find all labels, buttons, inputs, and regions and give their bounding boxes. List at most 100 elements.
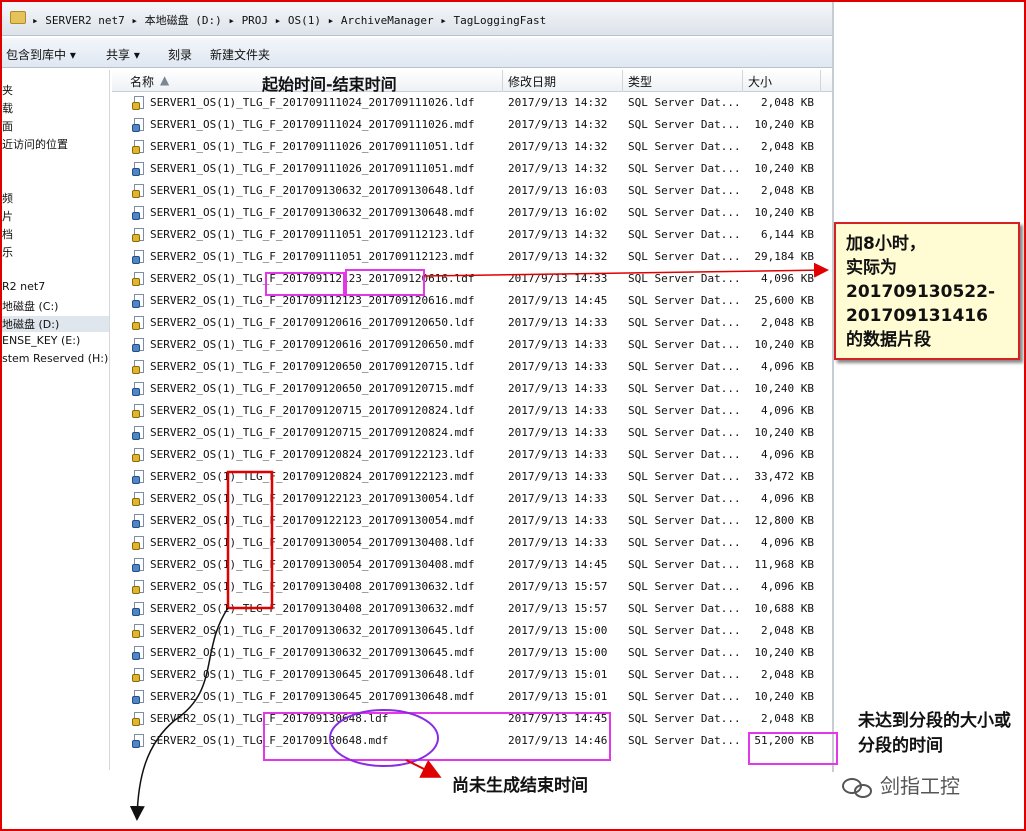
file-name[interactable]: SERVER2_OS(1)_TLG_F_201709130648.ldf [150,712,388,725]
file-name[interactable]: SERVER1_OS(1)_TLG_F_201709111024_2017091… [150,96,475,109]
column-type[interactable]: 类型 [628,73,652,89]
share-button[interactable]: 共享 ▾ [106,46,140,63]
file-name[interactable]: SERVER2_OS(1)_TLG_F_201709111051_2017091… [150,228,475,241]
file-name[interactable]: SERVER1_OS(1)_TLG_F_201709111026_2017091… [150,162,475,175]
file-row[interactable]: SERVER2_OS(1)_TLG_F_201709130408_2017091… [112,598,832,620]
nav-item[interactable]: 乐 [2,244,13,260]
file-row[interactable]: SERVER2_OS(1)_TLG_F_201709130648.mdf 2017… [112,730,832,752]
column-date[interactable]: 修改日期 [508,73,556,89]
file-name[interactable]: SERVER2_OS(1)_TLG_F_201709130054_2017091… [150,536,475,549]
address-path[interactable]: ▸ SERVER2 net7 ▸ 本地磁盘 (D:) ▸ PROJ ▸ OS(1… [32,12,546,28]
file-name[interactable]: SERVER2_OS(1)_TLG_F_201709130054_2017091… [150,558,475,571]
file-row[interactable]: SERVER2_OS(1)_TLG_F_201709120715_2017091… [112,422,832,444]
file-name[interactable]: SERVER1_OS(1)_TLG_F_201709130632_2017091… [150,206,475,219]
column-divider[interactable] [502,70,503,92]
file-name[interactable]: SERVER2_OS(1)_TLG_F_201709120824_2017091… [150,448,475,461]
nav-item-drive-h[interactable]: stem Reserved (H:) [2,352,108,365]
column-divider[interactable] [742,70,743,92]
file-date: 2017/9/13 14:32 [508,162,608,175]
file-name[interactable]: SERVER2_OS(1)_TLG_F_201709130645_2017091… [150,668,475,681]
file-row[interactable]: SERVER1_OS(1)_TLG_F_201709111026_2017091… [112,136,832,158]
file-name[interactable]: SERVER2_OS(1)_TLG_F_201709112123_2017091… [150,272,475,285]
nav-item-drive-e[interactable]: ENSE_KEY (E:) [2,334,80,347]
file-size: 4,096 KB [761,404,814,417]
nav-item[interactable]: 片 [2,208,13,224]
burn-button[interactable]: 刻录 [168,46,192,63]
file-name[interactable]: SERVER1_OS(1)_TLG_F_201709111024_2017091… [150,118,475,131]
file-name[interactable]: SERVER2_OS(1)_TLG_F_201709130408_2017091… [150,602,475,615]
file-name[interactable]: SERVER2_OS(1)_TLG_F_201709120824_2017091… [150,470,475,483]
file-row[interactable]: SERVER2_OS(1)_TLG_F_201709120824_2017091… [112,466,832,488]
nav-item[interactable]: 档 [2,226,13,242]
file-row[interactable]: SERVER2_OS(1)_TLG_F_201709120824_2017091… [112,444,832,466]
column-size[interactable]: 大小 [748,73,772,89]
column-divider[interactable] [820,70,821,92]
file-name[interactable]: SERVER1_OS(1)_TLG_F_201709130632_2017091… [150,184,475,197]
file-date: 2017/9/13 14:33 [508,272,608,285]
file-row[interactable]: SERVER2_OS(1)_TLG_F_201709111051_2017091… [112,224,832,246]
file-name[interactable]: SERVER2_OS(1)_TLG_F_201709120616_2017091… [150,338,475,351]
file-size: 29,184 KB [754,250,814,263]
file-size: 25,600 KB [754,294,814,307]
file-name[interactable]: SERVER2_OS(1)_TLG_F_201709130408_2017091… [150,580,475,593]
file-name[interactable]: SERVER2_OS(1)_TLG_F_201709130632_2017091… [150,646,475,659]
file-name[interactable]: SERVER2_OS(1)_TLG_F_201709120715_2017091… [150,426,475,439]
file-row[interactable]: SERVER2_OS(1)_TLG_F_201709130632_2017091… [112,642,832,664]
file-name[interactable]: SERVER2_OS(1)_TLG_F_201709130648.mdf [150,734,388,747]
column-divider[interactable] [622,70,623,92]
file-date: 2017/9/13 14:33 [508,426,608,439]
file-row[interactable]: SERVER2_OS(1)_TLG_F_201709130648.ldf 2017… [112,708,832,730]
file-size: 2,048 KB [761,712,814,725]
file-name[interactable]: SERVER1_OS(1)_TLG_F_201709111026_2017091… [150,140,475,153]
nav-item-drive-d[interactable]: 地磁盘 (D:) [2,316,109,332]
file-name[interactable]: SERVER2_OS(1)_TLG_F_201709112123_2017091… [150,294,475,307]
file-row[interactable]: SERVER2_OS(1)_TLG_F_201709120650_2017091… [112,378,832,400]
file-name[interactable]: SERVER2_OS(1)_TLG_F_201709130645_2017091… [150,690,475,703]
file-row[interactable]: SERVER2_OS(1)_TLG_F_201709112123_2017091… [112,268,832,290]
file-name[interactable]: SERVER2_OS(1)_TLG_F_201709122123_2017091… [150,514,475,527]
file-name[interactable]: SERVER2_OS(1)_TLG_F_201709122123_2017091… [150,492,475,505]
file-row[interactable]: SERVER2_OS(1)_TLG_F_201709130645_2017091… [112,686,832,708]
file-row[interactable]: SERVER2_OS(1)_TLG_F_201709120715_2017091… [112,400,832,422]
nav-item[interactable]: 近访问的位置 [2,136,68,152]
column-name[interactable]: 名称 [130,73,154,89]
nav-item[interactable]: 频 [2,190,13,206]
file-row[interactable]: SERVER2_OS(1)_TLG_F_201709130408_2017091… [112,576,832,598]
file-name[interactable]: SERVER2_OS(1)_TLG_F_201709120650_2017091… [150,360,475,373]
file-row[interactable]: SERVER1_OS(1)_TLG_F_201709130632_2017091… [112,180,832,202]
nav-item-drive-c[interactable]: 地磁盘 (C:) [2,298,58,314]
file-row[interactable]: SERVER2_OS(1)_TLG_F_201709130054_2017091… [112,532,832,554]
file-name[interactable]: SERVER2_OS(1)_TLG_F_201709120616_2017091… [150,316,475,329]
file-row[interactable]: SERVER1_OS(1)_TLG_F_201709130632_2017091… [112,202,832,224]
file-name[interactable]: SERVER2_OS(1)_TLG_F_201709120650_2017091… [150,382,475,395]
file-row[interactable]: SERVER2_OS(1)_TLG_F_201709122123_2017091… [112,510,832,532]
file-row[interactable]: SERVER1_OS(1)_TLG_F_201709111024_2017091… [112,114,832,136]
file-type: SQL Server Dat... [628,118,741,131]
file-row[interactable]: SERVER2_OS(1)_TLG_F_201709122123_2017091… [112,488,832,510]
file-name[interactable]: SERVER2_OS(1)_TLG_F_201709111051_2017091… [150,250,475,263]
new-folder-button[interactable]: 新建文件夹 [210,46,270,63]
file-row[interactable]: SERVER2_OS(1)_TLG_F_201709130645_2017091… [112,664,832,686]
file-size: 10,240 KB [754,206,814,219]
file-size: 51,200 KB [754,734,814,747]
file-type: SQL Server Dat... [628,536,741,549]
file-name[interactable]: SERVER2_OS(1)_TLG_F_201709130632_2017091… [150,624,475,637]
nav-item-computer[interactable]: R2 net7 [2,280,45,293]
file-row[interactable]: SERVER2_OS(1)_TLG_F_201709120616_2017091… [112,334,832,356]
file-row[interactable]: SERVER2_OS(1)_TLG_F_201709120616_2017091… [112,312,832,334]
include-library-button[interactable]: 包含到库中 ▾ [6,46,76,63]
address-bar[interactable]: ▸ SERVER2 net7 ▸ 本地磁盘 (D:) ▸ PROJ ▸ OS(1… [2,2,832,36]
file-row[interactable]: SERVER2_OS(1)_TLG_F_201709120650_2017091… [112,356,832,378]
file-row[interactable]: SERVER1_OS(1)_TLG_F_201709111026_2017091… [112,158,832,180]
file-name[interactable]: SERVER2_OS(1)_TLG_F_201709120715_2017091… [150,404,475,417]
nav-item[interactable]: 面 [2,118,13,134]
file-row[interactable]: SERVER2_OS(1)_TLG_F_201709111051_2017091… [112,246,832,268]
nav-item[interactable]: 夹 [2,82,13,98]
file-row[interactable]: SERVER2_OS(1)_TLG_F_201709130054_2017091… [112,554,832,576]
file-row[interactable]: SERVER2_OS(1)_TLG_F_201709130632_2017091… [112,620,832,642]
nav-item[interactable]: 载 [2,100,13,116]
file-row[interactable]: SERVER2_OS(1)_TLG_F_201709112123_2017091… [112,290,832,312]
file-date: 2017/9/13 14:33 [508,382,608,395]
column-header: 名称 ▲ 修改日期 类型 大小 [112,70,832,92]
file-row[interactable]: SERVER1_OS(1)_TLG_F_201709111024_2017091… [112,92,832,114]
